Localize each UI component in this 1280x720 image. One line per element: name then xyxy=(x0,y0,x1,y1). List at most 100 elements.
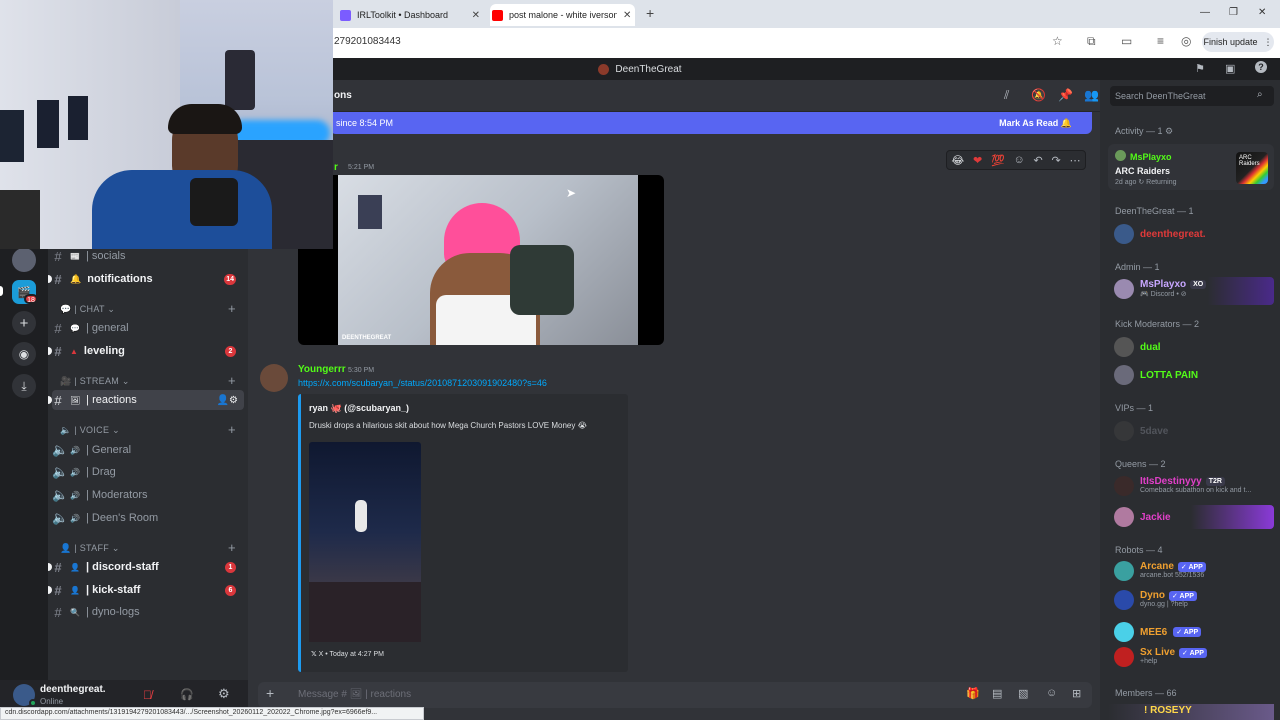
stamp-reaction-icon[interactable]: 💯 xyxy=(991,154,1005,167)
activity-user[interactable]: MsPlayxo xyxy=(1130,152,1172,162)
add-channel-icon[interactable]: + xyxy=(228,301,236,316)
performer-figure xyxy=(355,500,367,532)
channel-kick-staff[interactable]: # 👤 | kick-staff 6 xyxy=(52,580,244,600)
member-dual[interactable]: dual xyxy=(1114,335,1161,359)
member-dyno[interactable]: Dyno ✓ APP dyno.gg | ?help xyxy=(1114,590,1197,614)
add-server-icon[interactable]: + xyxy=(12,311,36,335)
member-subtext: Comeback subathon on kick and t... xyxy=(1140,487,1252,494)
member-msplayxo[interactable]: MsPlayxo XO 🎮 Discord • ⊘ xyxy=(1114,279,1207,303)
channel-settings-icon[interactable]: 👤⚙ xyxy=(217,395,238,406)
add-channel-icon[interactable]: + xyxy=(228,373,236,388)
embed-video-thumbnail[interactable] xyxy=(309,442,421,642)
role-header: Queens — 2 xyxy=(1115,459,1166,469)
gaming-chair xyxy=(510,245,574,315)
bookmark-star-icon[interactable]: ☆ xyxy=(1052,34,1063,48)
emoji-icon[interactable]: ☺ xyxy=(1046,687,1057,699)
member-mee6[interactable]: MEE6 ✓ APP xyxy=(1114,620,1202,644)
add-channel-icon[interactable]: + xyxy=(228,540,236,555)
sticker-icon[interactable]: ▧ xyxy=(1018,687,1028,700)
member-itisdestinyyy[interactable]: ItIsDestinyyy T2R Comeback subathon on ki… xyxy=(1114,476,1251,500)
channel-reactions[interactable]: # 🖼 | reactions 👤⚙ xyxy=(52,390,244,410)
heart-reaction-icon[interactable]: ❤ xyxy=(973,154,982,167)
extensions-icon[interactable]: ⧉ xyxy=(1087,34,1096,49)
help-icon[interactable]: ? xyxy=(1255,61,1267,73)
finish-update-button[interactable]: Finish update ⋮ xyxy=(1202,32,1274,52)
category-chat[interactable]: 💬 | CHAT ⌄ xyxy=(60,304,115,315)
maximize-icon[interactable]: ❐ xyxy=(1229,7,1238,18)
media-icon[interactable]: ≡ xyxy=(1157,34,1164,48)
member-jackie[interactable]: Jackie xyxy=(1114,505,1171,529)
embed-description: Druski drops a hilarious skit about how … xyxy=(309,421,587,430)
mark-as-read-button[interactable]: Mark As Read 🔔 xyxy=(999,118,1072,129)
close-window-icon[interactable]: ✕ xyxy=(1258,7,1266,18)
server-avatar[interactable] xyxy=(12,248,36,272)
pin-icon[interactable]: 📌 xyxy=(1058,88,1073,102)
tab-irltoolkit[interactable]: IRLToolkit • Dashboard ✕ xyxy=(340,4,480,26)
role-header: Admin — 1 xyxy=(1115,262,1160,272)
member-sx-live[interactable]: Sx Live ✓ APP +help xyxy=(1114,647,1207,671)
apps-icon[interactable]: ⊞ xyxy=(1072,687,1081,700)
forward-icon[interactable]: ↷ xyxy=(1052,154,1061,167)
notification-settings-icon[interactable]: 🔕 xyxy=(1031,88,1046,102)
category-voice[interactable]: 🔈 | VOICE ⌄ xyxy=(60,425,120,436)
image-attachment[interactable]: DEENTHEGREAT xyxy=(298,175,664,345)
member-arcane[interactable]: Arcane ✓ APP arcane.bot 552/1536 xyxy=(1114,561,1206,585)
explore-icon[interactable]: ◉ xyxy=(12,342,36,366)
channel-leveling[interactable]: # ▲ leveling 2 xyxy=(52,341,244,361)
embed-author[interactable]: ryan 🐙 (@scubaryan_) xyxy=(309,403,409,414)
category-staff[interactable]: 👤 | STAFF ⌄ xyxy=(60,543,120,554)
selected-indicator xyxy=(0,286,3,296)
close-tab-icon[interactable]: ✕ xyxy=(472,10,480,21)
voice-general[interactable]: 🔈 🔊 | General xyxy=(52,440,244,460)
laugh-reaction-icon[interactable]: 😂 xyxy=(951,154,964,167)
channel-dyno-logs[interactable]: # 🔍 | dyno-logs xyxy=(52,602,244,622)
member-5dave[interactable]: 5dave xyxy=(1114,419,1168,443)
tab-youtube[interactable]: post malone - white iverson ( ✕ xyxy=(490,4,635,26)
user-settings-gear-icon[interactable]: ⚙ xyxy=(218,686,230,702)
user-name[interactable]: deenthegreat. xyxy=(40,684,106,695)
category-stream[interactable]: 🎥 | STREAM ⌄ xyxy=(60,376,130,387)
message-author[interactable]: Youngerrr xyxy=(298,364,346,375)
channel-notifications[interactable]: # 🔔 notifications 14 xyxy=(52,269,244,289)
url-field[interactable]: 279201083443 xyxy=(334,36,401,47)
message-link[interactable]: https://x.com/scubaryan_/status/20108712… xyxy=(298,378,547,388)
channel-discord-staff[interactable]: # 👤 | discord-staff 1 xyxy=(52,557,244,577)
voice-drag[interactable]: 🔈 🔊 | Drag xyxy=(52,462,244,482)
message-author[interactable]: r xyxy=(334,162,338,173)
member-name: Arcane xyxy=(1140,561,1174,572)
minimize-icon[interactable]: — xyxy=(1200,7,1210,18)
add-reaction-icon[interactable]: ☺ xyxy=(1014,154,1025,166)
close-tab-icon[interactable]: ✕ xyxy=(623,10,631,21)
member-lotta-pain[interactable]: LOTTA PAIN xyxy=(1114,363,1198,387)
hair xyxy=(168,104,242,134)
search-icon[interactable]: ⌕ xyxy=(1257,89,1263,100)
voice-moderators[interactable]: 🔈 🔊 | Moderators xyxy=(52,485,244,505)
channel-socials[interactable]: # 📰 | socials xyxy=(52,246,244,266)
category-label: | STREAM xyxy=(74,376,120,386)
channel-general[interactable]: # 💬 | general xyxy=(52,318,244,338)
headphones-icon[interactable]: 🎧 xyxy=(180,688,194,701)
member-name[interactable]: ! ROSEYY xyxy=(1144,705,1192,716)
new-messages-bar[interactable]: since 8:54 PM Mark As Read 🔔 xyxy=(330,112,1092,134)
new-tab-button[interactable]: + xyxy=(646,5,654,21)
download-icon[interactable]: ⤓ xyxy=(12,374,36,398)
author-avatar[interactable] xyxy=(260,364,288,392)
voice-deens-room[interactable]: 🔈 🔊 | Deen's Room xyxy=(52,508,244,528)
inbox-icon[interactable]: ⚑ xyxy=(1195,62,1205,75)
chair-arm xyxy=(0,190,40,249)
message-input[interactable]: Message # 🖼 | reactions xyxy=(298,689,411,700)
member-list-icon[interactable]: 👥 xyxy=(1084,88,1099,102)
screen-icon[interactable]: ▣ xyxy=(1225,62,1235,75)
role-header: Kick Moderators — 2 xyxy=(1115,319,1200,329)
add-channel-icon[interactable]: + xyxy=(228,422,236,437)
gif-icon[interactable]: ▤ xyxy=(992,687,1002,700)
mute-mic-icon[interactable]: 🎙̸ xyxy=(143,688,152,702)
more-icon[interactable]: ⋯ xyxy=(1070,154,1081,167)
gift-icon[interactable]: 🎁 xyxy=(966,687,980,700)
reply-icon[interactable]: ↶ xyxy=(1034,154,1043,167)
cast-icon[interactable]: ▭ xyxy=(1121,34,1132,48)
member-deenthegreat[interactable]: deenthegreat. xyxy=(1114,222,1206,246)
attach-plus-icon[interactable]: + xyxy=(266,685,274,701)
profile-icon[interactable]: ◎ xyxy=(1181,34,1191,48)
threads-icon[interactable]: ⫽ xyxy=(1004,88,1009,103)
